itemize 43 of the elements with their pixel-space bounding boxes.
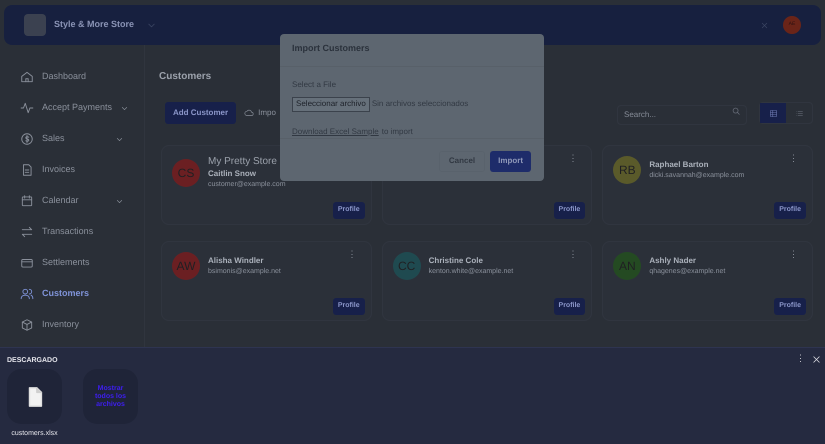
file-select-button[interactable]: Seleccionar archivo (292, 96, 370, 112)
search-icon (731, 106, 741, 116)
close-icon (811, 354, 822, 365)
customer-name: Caitlin Snow (208, 168, 257, 180)
calendar-icon (20, 194, 34, 208)
import-button[interactable]: Import (490, 150, 531, 172)
document-icon (20, 163, 34, 177)
sidebar-item[interactable]: Calendar (10, 187, 134, 215)
sidebar-item[interactable]: Accept Payments (10, 94, 134, 122)
pulse-icon (20, 101, 34, 115)
users-icon (20, 287, 34, 301)
grid-icon (768, 108, 778, 118)
customer-name: Alisha Windler (208, 254, 264, 267)
sidebar-item[interactable]: Inventory (10, 311, 134, 339)
sidebar-item[interactable]: Sales (10, 125, 134, 153)
avatar-initials: AW (172, 252, 200, 280)
page-title: Customers (159, 70, 212, 84)
swap-arrows-icon (20, 225, 34, 239)
sidebar-item[interactable]: Customers (10, 280, 134, 308)
home-icon (20, 70, 34, 84)
credit-card-icon (20, 256, 34, 270)
list-icon (794, 108, 804, 118)
file-tile[interactable] (7, 369, 62, 424)
add-customer-button[interactable]: Add Customer (165, 102, 236, 124)
avatar-initials: CS (172, 159, 200, 188)
cloud-icon (244, 108, 254, 118)
store-name: My Pretty Store (208, 156, 278, 168)
store-name[interactable]: Style & More Store (54, 18, 134, 32)
import-button[interactable]: Impo (244, 102, 276, 124)
cube-icon (20, 318, 34, 332)
dollar-icon (20, 132, 34, 146)
search-field[interactable]: Search... (617, 104, 747, 124)
store-logo (24, 14, 46, 36)
customer-name: Christine Cole (428, 254, 484, 267)
sidebar-item[interactable]: Invoices (10, 156, 134, 184)
sidebar-item[interactable]: Transactions (10, 218, 134, 246)
sidebar-item[interactable]: Dashboard (10, 63, 134, 91)
customer-name: Raphael Barton (649, 158, 710, 171)
grid-view-button[interactable] (760, 103, 786, 123)
customer-name: Ashly Nader (649, 254, 698, 267)
sidebar-item[interactable]: Settlements (10, 249, 134, 277)
avatar-initials: RB (613, 156, 642, 184)
close-icon (760, 20, 769, 30)
